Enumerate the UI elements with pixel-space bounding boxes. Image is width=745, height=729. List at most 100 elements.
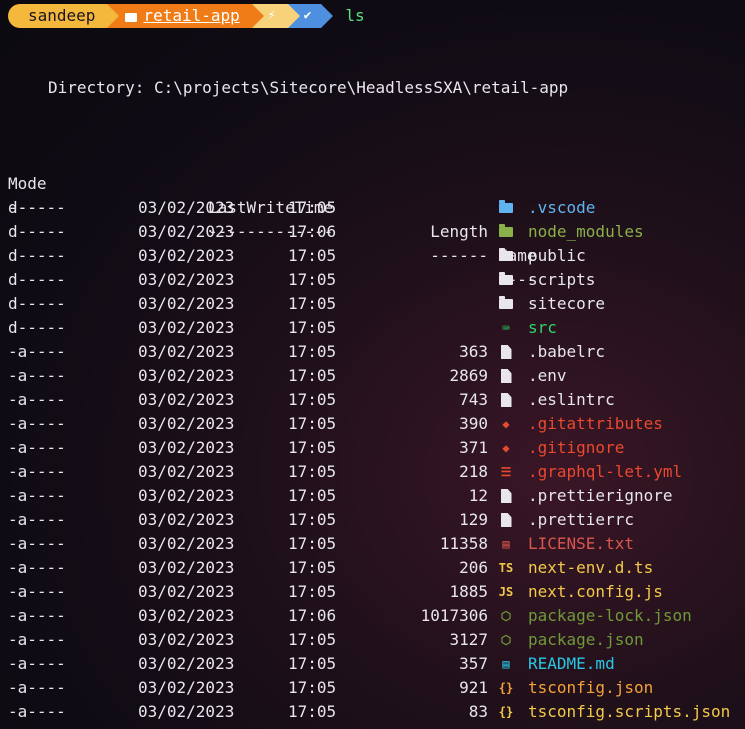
row-icon-glyph: ◆ bbox=[502, 441, 510, 455]
row-mode: d----- bbox=[8, 198, 66, 217]
yaml-icon: ☰ bbox=[498, 460, 514, 484]
folder-icon bbox=[498, 292, 514, 316]
row-icon-glyph: ◆ bbox=[502, 417, 510, 431]
row-icon-glyph: ☰ bbox=[500, 465, 512, 479]
segment-arrow bbox=[251, 4, 264, 28]
listing-header-underline: ---- ------------- ------ ---- bbox=[0, 172, 745, 289]
row-icon-glyph: ▤ bbox=[502, 657, 510, 671]
file-list-row: -a---- 03/02/2023 17:05 921 {} tsconfig.json bbox=[0, 676, 745, 700]
row-name: package.json bbox=[528, 630, 644, 649]
license-icon: ▤ bbox=[498, 532, 514, 556]
json-icon: {} bbox=[498, 700, 514, 724]
row-date: 03/02/2023 bbox=[138, 534, 235, 553]
row-length: 357 bbox=[459, 654, 488, 673]
file-list-row: -a---- 03/02/2023 17:05 390 ◆ .gitattributes bbox=[0, 412, 745, 436]
row-length: 1885 bbox=[449, 582, 488, 601]
readme-icon: ▤ bbox=[498, 652, 514, 676]
folder-icon bbox=[498, 268, 514, 292]
row-mode: d----- bbox=[8, 270, 66, 289]
row-date: 03/02/2023 bbox=[138, 246, 235, 265]
prompt-path-segment: retail-app bbox=[107, 4, 264, 28]
row-length: 11358 bbox=[439, 534, 488, 553]
prompt-bar: sandeep retail-app ⚡ ✔ ls bbox=[8, 4, 365, 28]
row-name: src bbox=[528, 318, 557, 337]
row-length: 129 bbox=[459, 510, 488, 529]
command-text: ls bbox=[345, 6, 365, 25]
check-icon: ✔ bbox=[303, 8, 312, 23]
row-icon-glyph: ⬡ bbox=[500, 609, 512, 623]
folder-icon bbox=[125, 12, 138, 22]
row-length: 206 bbox=[459, 558, 488, 577]
row-time: 17:05 bbox=[288, 198, 337, 217]
javascript-icon: JS bbox=[498, 580, 514, 604]
row-name: package-lock.json bbox=[528, 606, 692, 625]
row-name: .graphql-let.yml bbox=[528, 462, 683, 481]
row-length: 83 bbox=[468, 702, 488, 721]
row-time: 17:06 bbox=[288, 222, 337, 241]
segment-arrow bbox=[107, 4, 120, 28]
row-name: .env bbox=[528, 366, 567, 385]
row-icon-glyph: TS bbox=[498, 561, 514, 575]
row-time: 17:05 bbox=[288, 654, 337, 673]
row-time: 17:05 bbox=[288, 294, 337, 313]
row-time: 17:05 bbox=[288, 246, 337, 265]
file-list-row: -a---- 03/02/2023 17:05 1885 JS next.config.j… bbox=[0, 580, 745, 604]
row-mode: -a---- bbox=[8, 558, 66, 577]
row-mode: -a---- bbox=[8, 606, 66, 625]
row-mode: -a---- bbox=[8, 510, 66, 529]
row-mode: -a---- bbox=[8, 654, 66, 673]
vscode-folder-icon bbox=[498, 196, 514, 220]
row-length: 371 bbox=[459, 438, 488, 457]
row-icon-glyph: JS bbox=[498, 585, 514, 599]
row-mode: d----- bbox=[8, 246, 66, 265]
row-mode: -a---- bbox=[8, 414, 66, 433]
row-date: 03/02/2023 bbox=[138, 366, 235, 385]
git-icon: ◆ bbox=[498, 436, 514, 460]
row-date: 03/02/2023 bbox=[138, 294, 235, 313]
row-time: 17:05 bbox=[288, 438, 337, 457]
row-length: 921 bbox=[459, 678, 488, 697]
row-name: .prettierignore bbox=[528, 486, 673, 505]
row-time: 17:05 bbox=[288, 366, 337, 385]
row-name: .gitignore bbox=[528, 438, 625, 457]
file-list-row: d----- 03/02/2023 17:06 node_modules bbox=[0, 220, 745, 244]
file-list-row: -a---- 03/02/2023 17:06 1017306 ⬡ package-loc… bbox=[0, 604, 745, 628]
file-list-row: -a---- 03/02/2023 17:05 11358 ▤ LICENSE.txt bbox=[0, 532, 745, 556]
row-icon-glyph: ▤ bbox=[502, 537, 510, 551]
row-time: 17:05 bbox=[288, 582, 337, 601]
prompt-user: sandeep bbox=[28, 6, 96, 25]
row-mode: -a---- bbox=[8, 582, 66, 601]
file-list-row: -a---- 03/02/2023 17:05 2869 .env bbox=[0, 364, 745, 388]
row-icon-glyph: {} bbox=[498, 705, 514, 719]
row-mode: -a---- bbox=[8, 462, 66, 481]
row-mode: -a---- bbox=[8, 438, 66, 457]
row-time: 17:05 bbox=[288, 510, 337, 529]
row-length: 1017306 bbox=[420, 606, 488, 625]
npm-icon: ⬡ bbox=[498, 604, 514, 628]
row-date: 03/02/2023 bbox=[138, 606, 235, 625]
file-list-row: -a---- 03/02/2023 17:05 743 .eslintrc bbox=[0, 388, 745, 412]
file-icon bbox=[498, 340, 514, 364]
file-list-row: -a---- 03/02/2023 17:05 12 .prettierignore bbox=[0, 484, 745, 508]
npm-icon: ⬡ bbox=[498, 628, 514, 652]
file-list-row: -a---- 03/02/2023 17:05 218 ☰ .graphql-let.ym… bbox=[0, 460, 745, 484]
row-time: 17:05 bbox=[288, 678, 337, 697]
row-name: .vscode bbox=[528, 198, 596, 217]
row-time: 17:05 bbox=[288, 630, 337, 649]
row-mode: -a---- bbox=[8, 534, 66, 553]
file-icon bbox=[498, 508, 514, 532]
row-name: .prettierrc bbox=[528, 510, 634, 529]
row-time: 17:05 bbox=[288, 318, 337, 337]
file-icon bbox=[498, 388, 514, 412]
row-mode: d----- bbox=[8, 318, 66, 337]
row-name: public bbox=[528, 246, 586, 265]
row-mode: -a---- bbox=[8, 390, 66, 409]
row-length: 363 bbox=[459, 342, 488, 361]
row-time: 17:05 bbox=[288, 486, 337, 505]
row-length: 3127 bbox=[449, 630, 488, 649]
row-icon-glyph: ⌨ bbox=[502, 321, 510, 335]
row-mode: d----- bbox=[8, 222, 66, 241]
file-list-row: d----- 03/02/2023 17:05 .vscode bbox=[0, 196, 745, 220]
row-date: 03/02/2023 bbox=[138, 654, 235, 673]
row-name: README.md bbox=[528, 654, 615, 673]
